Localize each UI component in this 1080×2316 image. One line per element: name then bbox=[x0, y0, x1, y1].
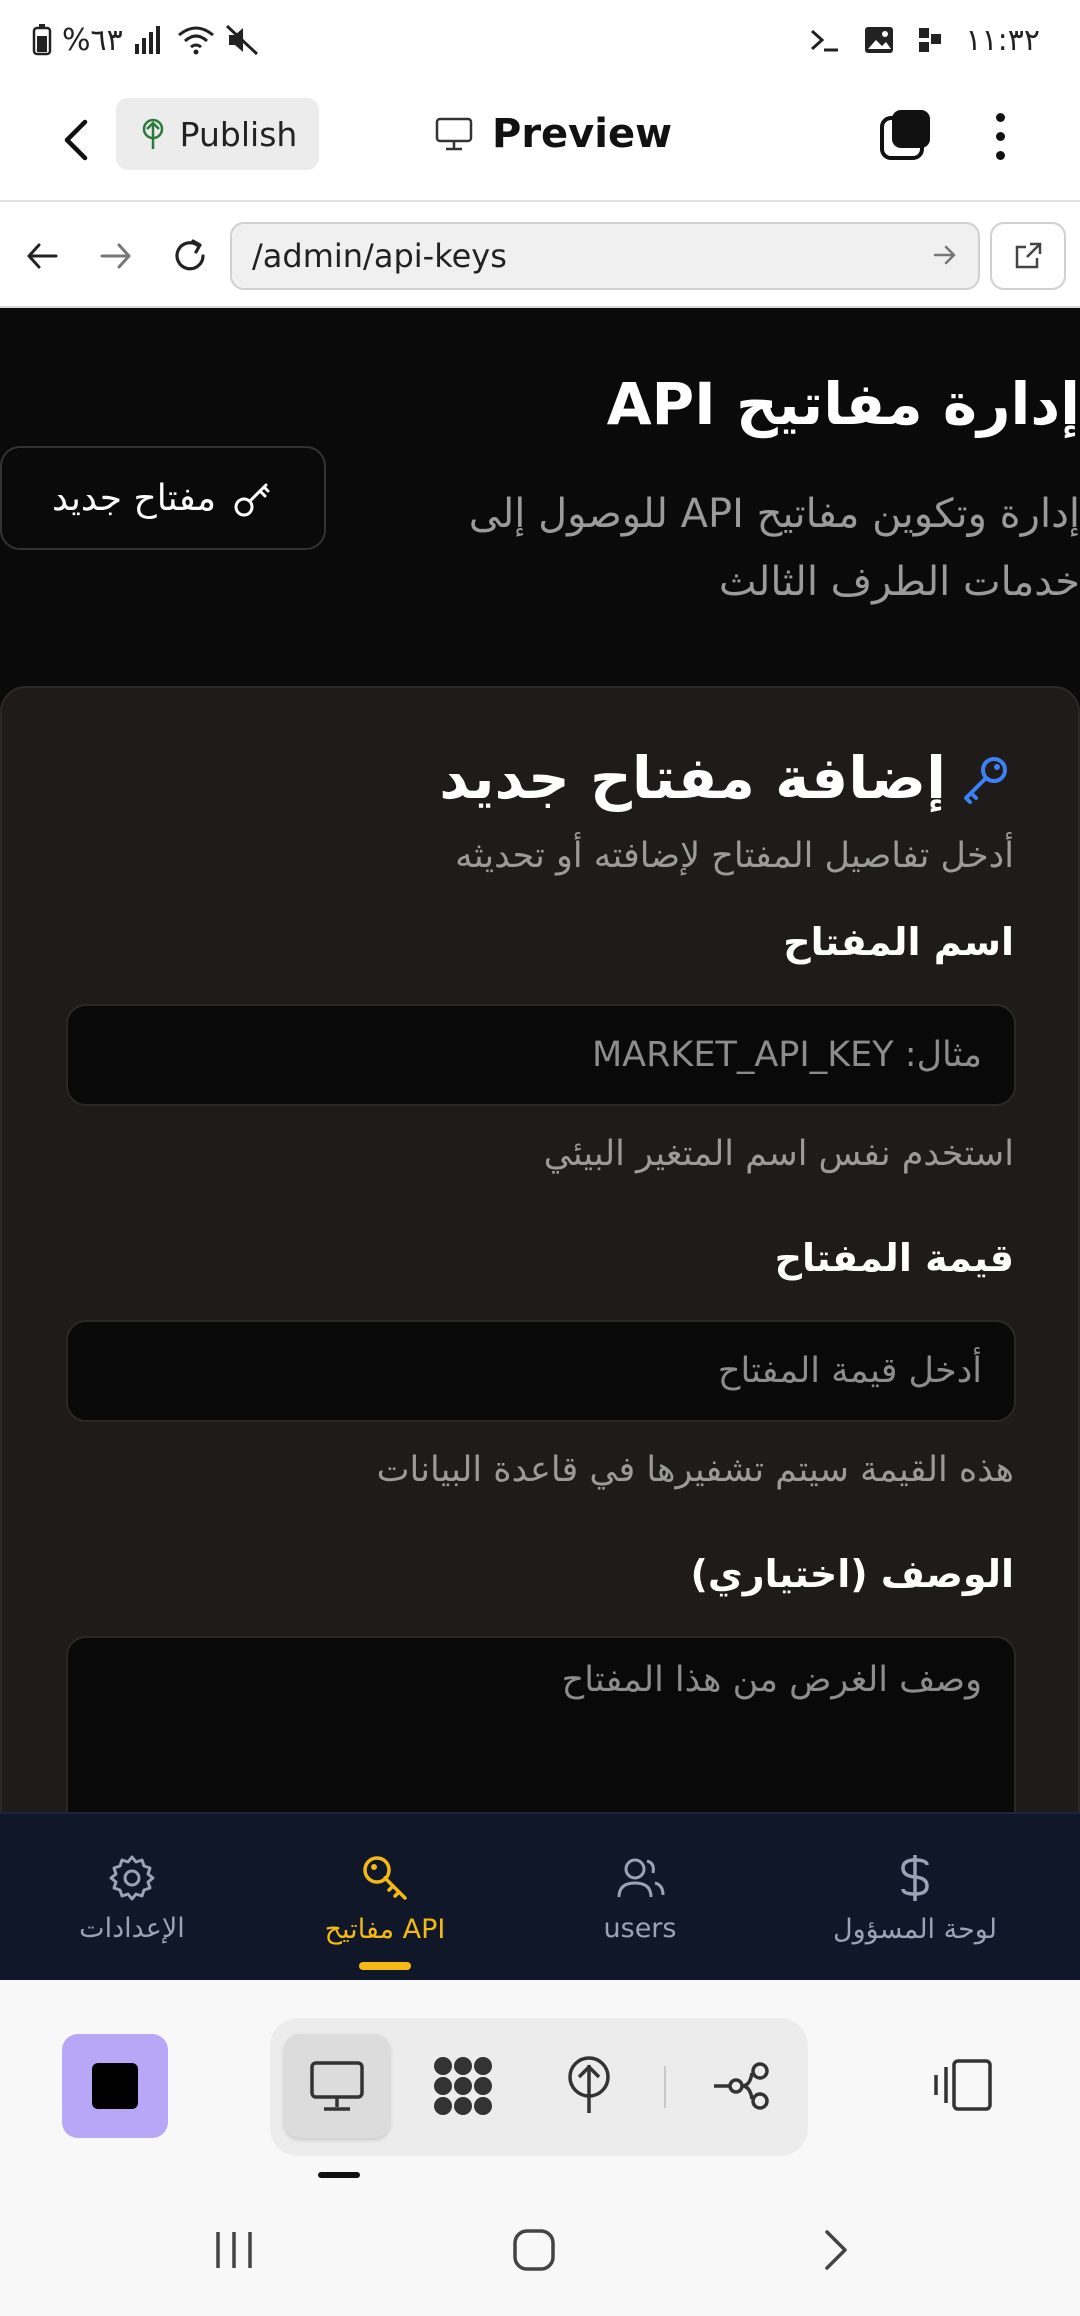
key-value-placeholder: أدخل قيمة المفتاح bbox=[717, 1351, 982, 1391]
home-icon bbox=[513, 2229, 555, 2271]
publish-mode-button[interactable] bbox=[536, 2034, 642, 2138]
home-button[interactable] bbox=[504, 2220, 564, 2280]
publish-icon bbox=[568, 2056, 610, 2113]
nav-item-admin-dashboard[interactable]: لوحة المسؤول bbox=[810, 1814, 1020, 1982]
monitor-icon bbox=[434, 116, 474, 152]
workflow-icon bbox=[714, 2062, 769, 2110]
recent-apps-icon bbox=[216, 2232, 252, 2268]
app-notification-icon bbox=[917, 26, 943, 54]
status-bar: %٦٣ ١١:٣٢ bbox=[0, 0, 1080, 80]
image-icon bbox=[863, 25, 895, 55]
dollar-icon bbox=[901, 1854, 929, 1901]
page-title: إدارة مفاتيح API bbox=[606, 370, 1080, 438]
browser-toolbar bbox=[0, 1980, 1080, 2180]
nav-item-users[interactable]: users bbox=[560, 1814, 720, 1982]
url-text: /admin/api-keys bbox=[252, 237, 507, 275]
preview-label: Preview bbox=[492, 111, 673, 157]
workflow-button[interactable] bbox=[688, 2034, 794, 2138]
key-icon bbox=[958, 750, 1014, 806]
open-external-button[interactable] bbox=[990, 222, 1066, 290]
external-link-icon bbox=[1015, 242, 1042, 269]
key-name-hint: استخدم نفس اسم المتغير البيئي bbox=[543, 1134, 1014, 1174]
web-content: إدارة مفاتيح API إدارة وتكوين مفاتيح API… bbox=[0, 308, 1080, 1812]
nav-label-settings: الإعدادات bbox=[79, 1912, 185, 1944]
preview-title[interactable]: Preview bbox=[434, 104, 672, 164]
system-nav-bar bbox=[0, 2180, 1080, 2316]
app-bar: Publish Preview bbox=[0, 80, 1080, 202]
panel-toggle-button[interactable] bbox=[930, 2052, 996, 2118]
system-back-button[interactable] bbox=[806, 2220, 866, 2280]
nav-label-admin-dashboard: لوحة المسؤول bbox=[833, 1913, 997, 1945]
key-name-placeholder: مثال: MARKET_API_KEY bbox=[591, 1035, 982, 1075]
new-key-button[interactable]: مفتاح جديد bbox=[0, 446, 326, 550]
stop-button[interactable] bbox=[62, 2034, 168, 2138]
browser-forward-button[interactable] bbox=[88, 228, 144, 284]
wifi-icon bbox=[177, 25, 215, 55]
tabs-icon[interactable] bbox=[878, 106, 934, 162]
monitor-icon bbox=[310, 2061, 364, 2111]
publish-label: Publish bbox=[179, 114, 298, 154]
mute-icon bbox=[225, 24, 259, 56]
panel-icon bbox=[934, 2059, 992, 2111]
key-value-hint: هذه القيمة سيتم تشفيرها في قاعدة البيانا… bbox=[376, 1450, 1014, 1490]
chevron-left-icon bbox=[64, 119, 88, 161]
reload-button[interactable] bbox=[162, 228, 218, 284]
clock-time: ١١:٣٢ bbox=[965, 22, 1040, 58]
view-mode-group bbox=[270, 2018, 808, 2156]
go-arrow-icon[interactable] bbox=[932, 242, 958, 268]
browser-back-button[interactable] bbox=[14, 228, 70, 284]
toolbar-separator bbox=[664, 2066, 666, 2108]
recent-apps-button[interactable] bbox=[204, 2220, 264, 2280]
url-input[interactable]: /admin/api-keys bbox=[230, 222, 980, 290]
form-title-text: إضافة مفتاح جديد bbox=[439, 744, 946, 812]
description-textarea[interactable]: وصف الغرض من هذا المفتاح bbox=[66, 1636, 1016, 1812]
description-label: الوصف (اختياري) bbox=[690, 1552, 1014, 1596]
page-subtitle: إدارة وتكوين مفاتيح API للوصول إلى خدمات… bbox=[468, 491, 1080, 605]
url-bar: /admin/api-keys bbox=[0, 204, 1080, 308]
publish-icon bbox=[138, 117, 168, 151]
view-mode-indicator bbox=[318, 2172, 360, 2178]
form-subtitle: أدخل تفاصيل المفتاح لإضافته أو تحديثه bbox=[455, 836, 1014, 876]
key-name-input[interactable]: مثال: MARKET_API_KEY bbox=[66, 1004, 1016, 1106]
battery-level: %٦٣ bbox=[62, 22, 123, 58]
chevron-right-icon bbox=[825, 2230, 847, 2270]
key-icon bbox=[363, 1855, 407, 1900]
new-key-label: مفتاح جديد bbox=[51, 477, 217, 519]
signal-icon bbox=[133, 26, 167, 54]
form-title: إضافة مفتاح جديد bbox=[439, 744, 1014, 812]
nav-label-api-keys: مفاتيح API bbox=[324, 1913, 446, 1945]
arrow-left-icon bbox=[27, 243, 58, 269]
reload-icon bbox=[175, 239, 205, 271]
key-name-label: اسم المفتاح bbox=[783, 920, 1014, 964]
nav-label-users: users bbox=[603, 1912, 677, 1944]
key-icon bbox=[232, 477, 274, 519]
back-button[interactable] bbox=[46, 110, 106, 170]
users-icon bbox=[617, 1858, 665, 1897]
more-options-button[interactable] bbox=[976, 106, 1024, 166]
gear-icon bbox=[109, 1855, 155, 1900]
nav-item-api-keys[interactable]: مفاتيح API bbox=[300, 1814, 470, 1982]
app-bottom-nav: الإعدادات مفاتيح API users لوحة المسؤول bbox=[0, 1812, 1080, 1980]
active-tab-indicator bbox=[359, 1962, 411, 1970]
key-value-label: قيمة المفتاح bbox=[774, 1236, 1014, 1280]
code-mode-button[interactable] bbox=[410, 2034, 516, 2138]
nav-item-settings[interactable]: الإعدادات bbox=[52, 1814, 212, 1982]
preview-mode-button[interactable] bbox=[284, 2034, 390, 2138]
terminal-icon bbox=[809, 26, 841, 54]
battery-icon bbox=[32, 24, 52, 56]
stop-icon bbox=[92, 2063, 138, 2109]
grid-pattern-icon bbox=[434, 2057, 492, 2115]
publish-button[interactable]: Publish bbox=[116, 98, 319, 170]
arrow-right-icon bbox=[100, 243, 131, 269]
add-key-form-card: إضافة مفتاح جديد أدخل تفاصيل المفتاح لإض… bbox=[0, 686, 1080, 1812]
description-placeholder: وصف الغرض من هذا المفتاح bbox=[561, 1660, 982, 1700]
key-value-input[interactable]: أدخل قيمة المفتاح bbox=[66, 1320, 1016, 1422]
